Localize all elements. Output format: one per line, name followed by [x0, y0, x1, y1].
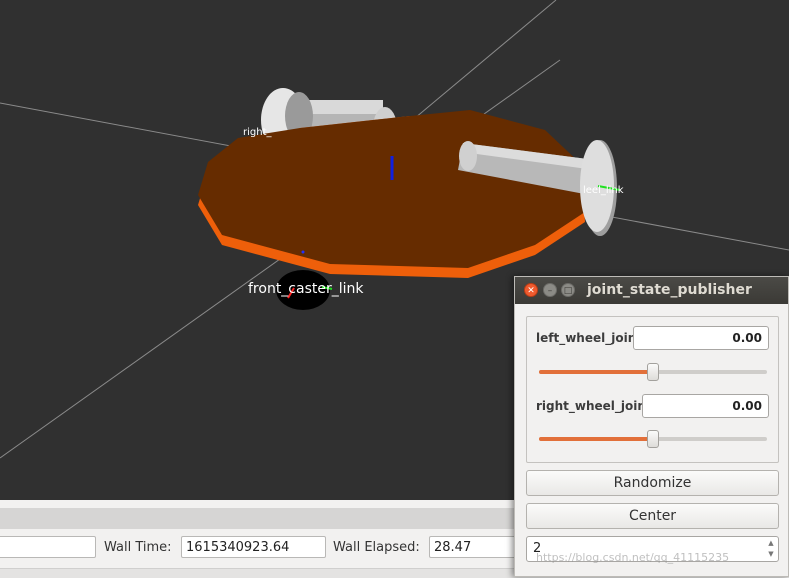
joint-state-publisher-window[interactable]: ✕ – □ joint_state_publisher left_wheel_j… — [514, 276, 789, 577]
ros-time-field[interactable] — [0, 536, 96, 558]
wall-elapsed-label: Wall Elapsed: — [333, 540, 420, 555]
wall-time-field[interactable]: 1615340923.64 — [181, 536, 326, 558]
center-button[interactable]: Center — [526, 503, 779, 529]
left-wheel-joint-label: left_wheel_joint — [536, 331, 642, 345]
grid-line — [414, 0, 557, 119]
caster-frame-label: front_caster_link — [248, 281, 364, 297]
minimize-icon[interactable]: – — [543, 283, 557, 297]
close-icon[interactable]: ✕ — [524, 283, 538, 297]
right-wheel-joint-value[interactable]: 0.00 — [642, 394, 769, 418]
left-wheel-frame-label: leel_link — [583, 185, 624, 196]
wall-elapsed-field[interactable]: 28.47 — [429, 536, 519, 558]
window-titlebar[interactable]: ✕ – □ joint_state_publisher — [515, 277, 788, 304]
left-wheel-joint-slider[interactable] — [539, 363, 767, 381]
slider-handle[interactable] — [647, 430, 659, 448]
watermark: https://blog.csdn.net/qq_41115235 — [536, 551, 730, 564]
slider-fill — [539, 370, 653, 374]
window-title: joint_state_publisher — [587, 282, 752, 298]
spin-down-icon[interactable]: ▼ — [766, 549, 776, 560]
slider-handle[interactable] — [647, 363, 659, 381]
slider-fill — [539, 437, 653, 441]
right-wheel-frame-label: right_ — [243, 127, 272, 138]
wall-time-label: Wall Time: — [104, 540, 172, 555]
right-wheel-joint-slider[interactable] — [539, 430, 767, 448]
joints-group: left_wheel_joint 0.00 right_wheel_joint … — [526, 316, 779, 463]
randomize-button[interactable]: Randomize — [526, 470, 779, 496]
spin-up-icon[interactable]: ▲ — [766, 538, 776, 549]
right-wheel-joint-label: right_wheel_joint — [536, 399, 652, 413]
maximize-icon[interactable]: □ — [561, 283, 575, 297]
left-wheel-joint-value[interactable]: 0.00 — [633, 326, 769, 350]
